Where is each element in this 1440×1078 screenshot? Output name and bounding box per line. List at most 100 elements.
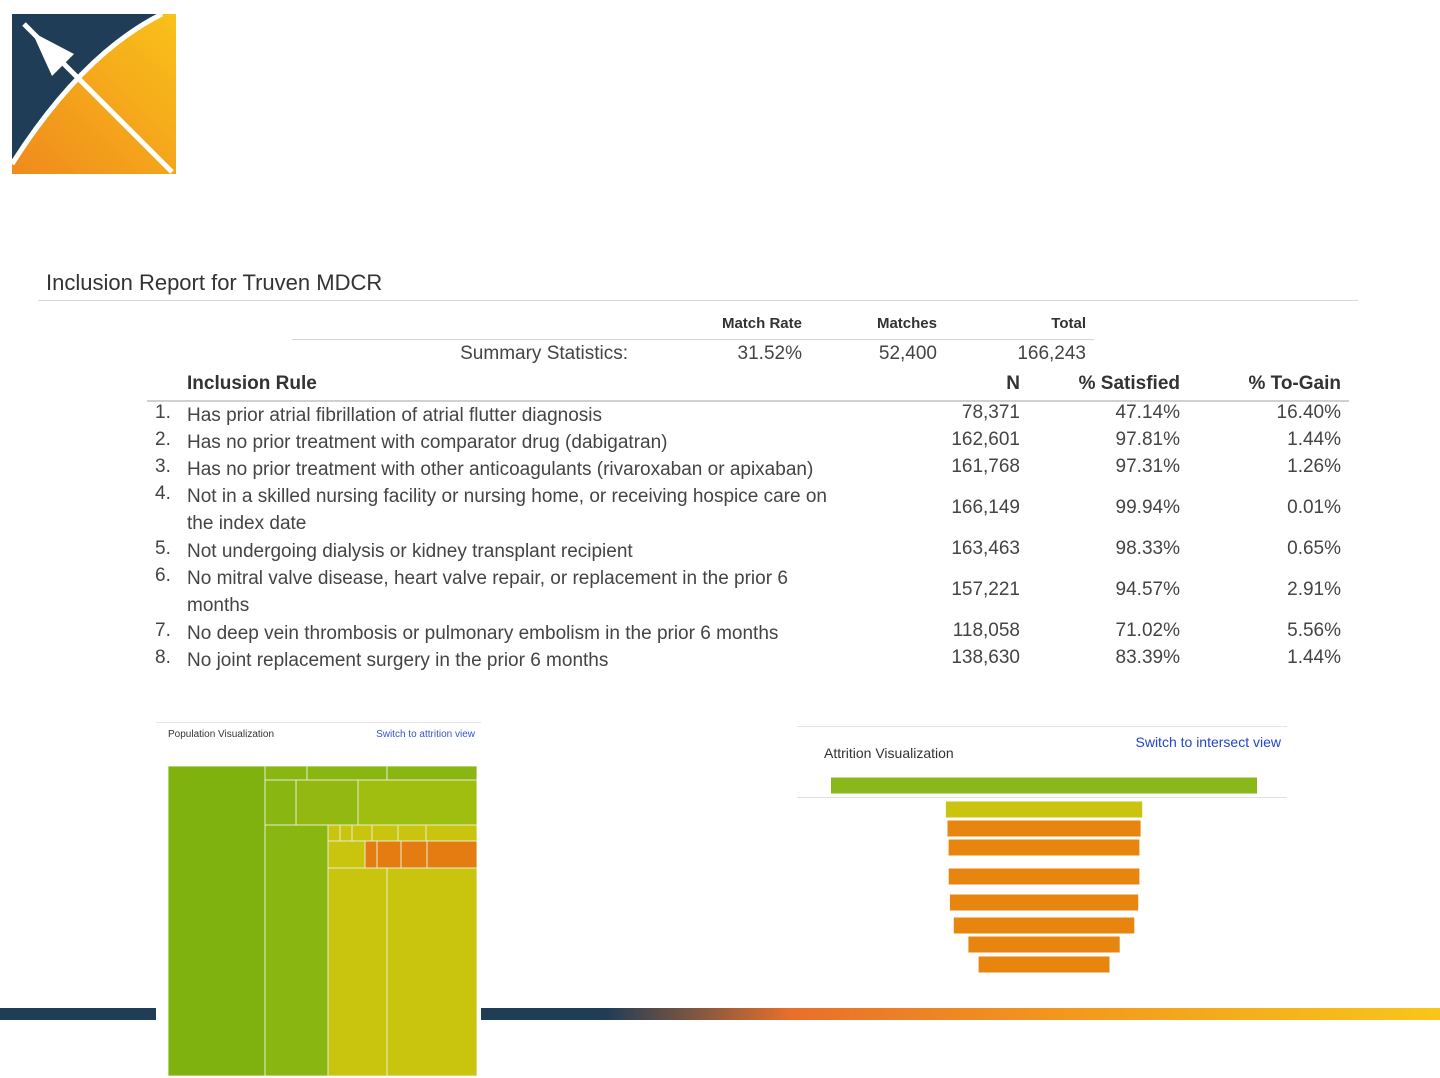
rule-to-gain: 5.56% (1287, 620, 1341, 641)
rule-n: 161,768 (951, 456, 1020, 477)
treemap-cell (264, 779, 297, 826)
funnel-bar-1 (944, 800, 1144, 819)
funnel-bar-8 (977, 955, 1111, 974)
switch-to-attrition-link[interactable]: Switch to attrition view (376, 729, 475, 740)
attrition-visualization-title: Attrition Visualization (824, 745, 954, 761)
to-gain-column-header: % To-Gain (1248, 373, 1341, 394)
rule-to-gain: 0.65% (1287, 538, 1341, 559)
rule-text: Not undergoing dialysis or kidney transp… (187, 541, 633, 562)
row-number: 1. (155, 402, 171, 423)
rule-satisfied: 98.33% (1115, 538, 1180, 559)
attrition-funnel-chart (830, 776, 1258, 974)
treemap-cell (386, 867, 477, 1076)
total-header: Total (1051, 315, 1086, 332)
treemap-cell (357, 779, 477, 826)
treemap-cell (351, 824, 373, 842)
treemap-cell (425, 824, 477, 842)
table-row: 4. Not in a skilled nursing facility or … (147, 483, 1347, 537)
attrition-visualization-panel: Attrition Visualization Switch to inters… (797, 726, 1287, 987)
logo-icon (12, 14, 176, 174)
title-divider (38, 300, 1358, 301)
table-row: 5. Not undergoing dialysis or kidney tra… (147, 538, 1347, 565)
rule-text: Has no prior treatment with other antico… (187, 459, 814, 480)
row-number: 3. (155, 456, 171, 477)
rule-satisfied: 71.02% (1115, 620, 1180, 641)
n-column-header: N (1006, 373, 1020, 394)
matches-header: Matches (876, 315, 937, 332)
rule-satisfied: 97.81% (1115, 429, 1180, 450)
treemap-cell (168, 766, 266, 1076)
treemap-cell (397, 824, 427, 842)
rule-to-gain: 1.26% (1287, 456, 1341, 477)
table-row: 2. Has no prior treatment with comparato… (147, 429, 1347, 456)
rule-text: Has prior atrial fibrillation of atrial … (187, 405, 603, 426)
table-row: 6. No mitral valve disease, heart valve … (147, 565, 1347, 619)
rule-to-gain: 16.40% (1276, 402, 1341, 423)
rule-to-gain: 1.44% (1287, 647, 1341, 668)
rule-satisfied: 99.94% (1115, 497, 1180, 518)
rule-satisfied: 47.14% (1115, 402, 1180, 423)
funnel-bar-3 (947, 838, 1141, 857)
funnel-bar-4 (947, 867, 1141, 886)
rule-n: 118,058 (952, 620, 1020, 641)
treemap-cell (339, 824, 353, 842)
table-row: 7. No deep vein thrombosis or pulmonary … (147, 620, 1347, 647)
row-number: 6. (155, 565, 171, 586)
funnel-bar-2 (946, 819, 1142, 838)
treemap-cell (264, 824, 329, 1076)
match-rate-header: Match Rate (721, 315, 802, 332)
treemap-cell (426, 840, 477, 869)
funnel-bar-5 (948, 893, 1140, 912)
rule-satisfied: 83.39% (1115, 647, 1180, 668)
row-number: 4. (155, 483, 171, 504)
funnel-bar-Total (830, 776, 1258, 795)
rule-to-gain: 2.91% (1287, 579, 1341, 600)
row-number: 5. (155, 538, 171, 559)
rule-n: 163,463 (951, 538, 1020, 559)
rule-n: 157,221 (951, 579, 1020, 600)
summary-label: Summary Statistics: (460, 343, 628, 364)
rule-satisfied: 97.31% (1115, 456, 1180, 477)
row-number: 2. (155, 429, 171, 450)
matches-value: 52,400 (878, 343, 937, 364)
rule-to-gain: 0.01% (1287, 497, 1341, 518)
rule-n: 162,601 (951, 429, 1020, 450)
treemap-cell (306, 766, 388, 781)
population-visualization-title: Population Visualization (168, 729, 275, 740)
rule-satisfied: 94.57% (1115, 579, 1180, 600)
rule-text: No joint replacement surgery in the prio… (187, 650, 609, 671)
rule-text: Not in a skilled nursing facility or nur… (187, 486, 827, 534)
treemap-cell (376, 840, 402, 869)
satisfied-column-header: % Satisfied (1078, 373, 1180, 394)
treemap-cell (327, 824, 341, 842)
match-rate-value: 31.52% (737, 343, 802, 364)
rule-n: 166,149 (951, 497, 1020, 518)
table-row: 3. Has no prior treatment with other ant… (147, 456, 1347, 483)
rule-text: No deep vein thrombosis or pulmonary emb… (187, 623, 779, 644)
rule-n: 78,371 (961, 402, 1020, 423)
population-visualization-panel: Population Visualization Switch to attri… (156, 722, 481, 1078)
treemap-cell (264, 766, 308, 781)
summary-divider (292, 339, 1094, 340)
treemap-cell (327, 840, 366, 869)
treemap-cell (371, 824, 399, 842)
treemap-cell (386, 766, 477, 781)
rule-to-gain: 1.44% (1287, 429, 1341, 450)
rule-text: Has no prior treatment with comparator d… (187, 432, 668, 453)
table-row: 1. Has prior atrial fibrillation of atri… (147, 402, 1347, 429)
rule-text: No mitral valve disease, heart valve rep… (187, 568, 788, 616)
treemap-cell (364, 840, 378, 869)
switch-to-intersect-link[interactable]: Switch to intersect view (1136, 734, 1282, 750)
total-value: 166,243 (1017, 343, 1086, 364)
row-number: 8. (155, 647, 171, 668)
treemap-cell (295, 779, 359, 826)
funnel-bar-7 (967, 935, 1121, 954)
funnel-bar-6 (952, 916, 1136, 935)
treemap-cell (400, 840, 428, 869)
rule-n: 138,630 (951, 647, 1020, 668)
table-row: 8. No joint replacement surgery in the p… (147, 647, 1347, 674)
population-treemap[interactable] (168, 766, 477, 1076)
row-number: 7. (155, 620, 171, 641)
report-title: Inclusion Report for Truven MDCR (46, 270, 383, 295)
treemap-cell (327, 867, 388, 1076)
